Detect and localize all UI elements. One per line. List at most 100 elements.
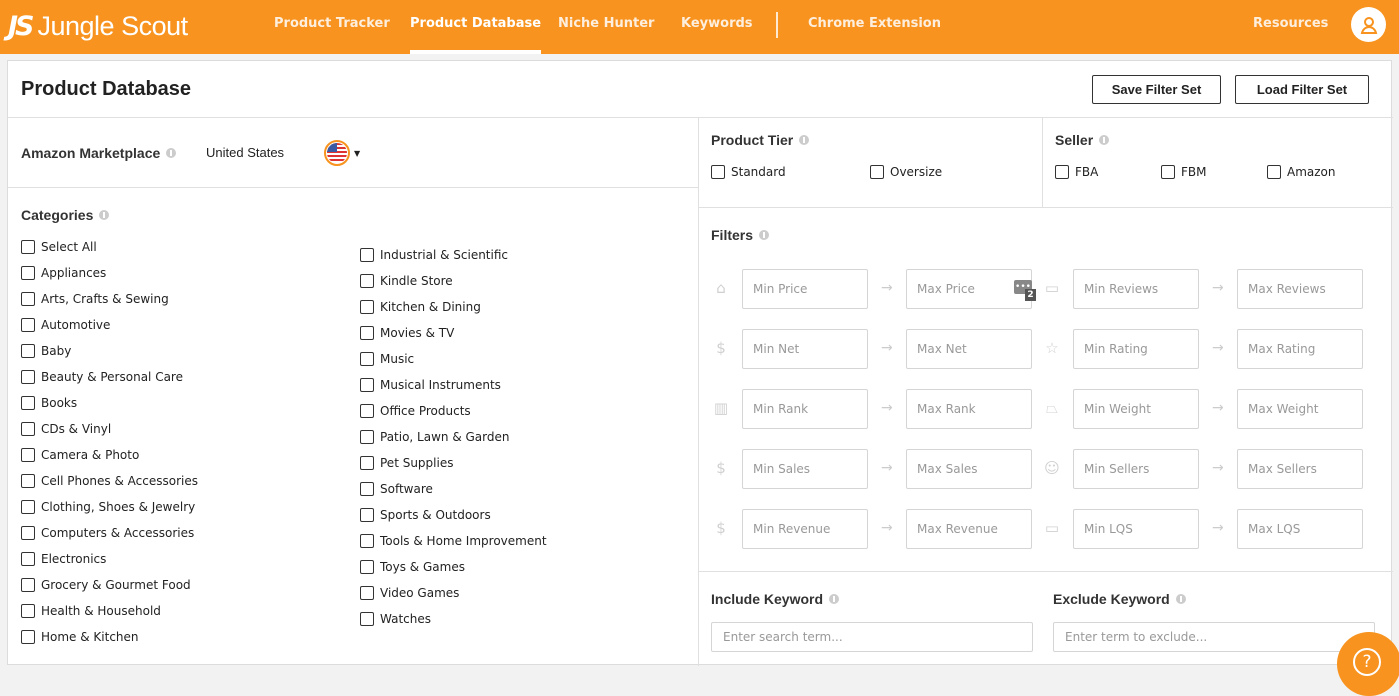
filter-max-input[interactable]: Max Net: [906, 329, 1032, 369]
checkbox-box[interactable]: [21, 396, 35, 410]
info-icon[interactable]: [759, 230, 770, 240]
load-filter-set-button[interactable]: Load Filter Set: [1235, 75, 1369, 104]
checkbox-box[interactable]: [360, 300, 374, 314]
filter-max-input[interactable]: Max Revenue: [906, 509, 1032, 549]
category-checkbox[interactable]: Kindle Store: [360, 274, 453, 288]
filter-max-input[interactable]: Max Weight: [1237, 389, 1363, 429]
checkbox-box[interactable]: [1267, 165, 1281, 179]
filter-min-input[interactable]: Min Revenue: [742, 509, 868, 549]
nav-niche-hunter[interactable]: Niche Hunter: [558, 16, 654, 31]
category-checkbox[interactable]: Health & Household: [21, 604, 161, 618]
filter-max-input[interactable]: Max Rating: [1237, 329, 1363, 369]
category-checkbox[interactable]: Kitchen & Dining: [360, 300, 481, 314]
checkbox-fba[interactable]: FBA: [1055, 165, 1098, 179]
filter-max-input[interactable]: Max Sellers: [1237, 449, 1363, 489]
checkbox-box[interactable]: [360, 560, 374, 574]
category-checkbox[interactable]: Books: [21, 396, 77, 410]
category-checkbox[interactable]: Automotive: [21, 318, 110, 332]
filter-min-input[interactable]: Min LQS: [1073, 509, 1199, 549]
category-checkbox[interactable]: Appliances: [21, 266, 106, 280]
checkbox-box[interactable]: [21, 526, 35, 540]
checkbox-box[interactable]: [360, 534, 374, 548]
checkbox-box[interactable]: [21, 318, 35, 332]
category-checkbox[interactable]: Grocery & Gourmet Food: [21, 578, 191, 592]
checkbox-box[interactable]: [360, 248, 374, 262]
checkbox-box[interactable]: [21, 552, 35, 566]
checkbox-box[interactable]: [1161, 165, 1175, 179]
category-checkbox[interactable]: Industrial & Scientific: [360, 248, 508, 262]
category-checkbox[interactable]: Office Products: [360, 404, 471, 418]
category-checkbox[interactable]: Home & Kitchen: [21, 630, 139, 644]
category-checkbox[interactable]: Computers & Accessories: [21, 526, 194, 540]
nav-keywords[interactable]: Keywords: [681, 16, 753, 31]
checkbox-box[interactable]: [21, 422, 35, 436]
help-button[interactable]: ?: [1337, 632, 1399, 696]
category-checkbox[interactable]: Watches: [360, 612, 431, 626]
include-keyword-input[interactable]: Enter search term...: [711, 622, 1033, 652]
checkbox-box[interactable]: [360, 482, 374, 496]
checkbox-box[interactable]: [21, 240, 35, 254]
filter-min-input[interactable]: Min Price: [742, 269, 868, 309]
info-icon[interactable]: [166, 148, 177, 158]
checkbox-box[interactable]: [21, 604, 35, 618]
nav-product-database[interactable]: Product Database: [410, 16, 542, 54]
category-checkbox[interactable]: Software: [360, 482, 433, 496]
nav-resources[interactable]: Resources: [1253, 16, 1328, 31]
info-icon[interactable]: [1099, 135, 1110, 145]
category-checkbox[interactable]: Select All: [21, 240, 97, 254]
marketplace-select[interactable]: ▼: [324, 140, 360, 166]
category-checkbox[interactable]: Musical Instruments: [360, 378, 501, 392]
filter-min-input[interactable]: Min Rank: [742, 389, 868, 429]
category-checkbox[interactable]: Beauty & Personal Care: [21, 370, 183, 384]
category-checkbox[interactable]: Camera & Photo: [21, 448, 139, 462]
checkbox-box[interactable]: [21, 578, 35, 592]
category-checkbox[interactable]: Electronics: [21, 552, 106, 566]
category-checkbox[interactable]: Movies & TV: [360, 326, 454, 340]
filter-max-input[interactable]: Max Sales: [906, 449, 1032, 489]
filter-min-input[interactable]: Min Net: [742, 329, 868, 369]
filter-min-input[interactable]: Min Weight: [1073, 389, 1199, 429]
checkbox-box[interactable]: [21, 448, 35, 462]
checkbox-box[interactable]: [1055, 165, 1069, 179]
checkbox-box[interactable]: [360, 274, 374, 288]
filter-min-input[interactable]: Min Reviews: [1073, 269, 1199, 309]
category-checkbox[interactable]: Video Games: [360, 586, 459, 600]
category-checkbox[interactable]: Music: [360, 352, 414, 366]
jungle-scout-logo[interactable]: JS Jungle Scout: [8, 9, 188, 43]
category-checkbox[interactable]: Toys & Games: [360, 560, 465, 574]
checkbox-box[interactable]: [360, 612, 374, 626]
filter-max-input[interactable]: Max Rank: [906, 389, 1032, 429]
checkbox-box[interactable]: [360, 586, 374, 600]
exclude-keyword-input[interactable]: Enter term to exclude...: [1053, 622, 1375, 652]
checkbox-box[interactable]: [21, 474, 35, 488]
checkbox-standard[interactable]: Standard: [711, 165, 786, 179]
filter-min-input[interactable]: Min Rating: [1073, 329, 1199, 369]
user-avatar-icon[interactable]: [1351, 7, 1386, 42]
category-checkbox[interactable]: Patio, Lawn & Garden: [360, 430, 510, 444]
info-icon[interactable]: [829, 594, 840, 604]
nav-product-tracker[interactable]: Product Tracker: [274, 16, 390, 31]
checkbox-oversize[interactable]: Oversize: [870, 165, 942, 179]
checkbox-box[interactable]: [360, 508, 374, 522]
category-checkbox[interactable]: Tools & Home Improvement: [360, 534, 547, 548]
filter-max-input[interactable]: Max Reviews: [1237, 269, 1363, 309]
filter-min-input[interactable]: Min Sellers: [1073, 449, 1199, 489]
info-icon[interactable]: [799, 135, 810, 145]
save-filter-set-button[interactable]: Save Filter Set: [1092, 75, 1221, 104]
checkbox-box[interactable]: [360, 378, 374, 392]
checkbox-box[interactable]: [360, 404, 374, 418]
checkbox-box[interactable]: [711, 165, 725, 179]
checkbox-box[interactable]: [21, 292, 35, 306]
category-checkbox[interactable]: Pet Supplies: [360, 456, 453, 470]
category-checkbox[interactable]: Baby: [21, 344, 71, 358]
checkbox-box[interactable]: [21, 500, 35, 514]
nav-chrome-extension[interactable]: Chrome Extension: [808, 16, 941, 31]
checkbox-box[interactable]: [21, 630, 35, 644]
category-checkbox[interactable]: Arts, Crafts & Sewing: [21, 292, 169, 306]
category-checkbox[interactable]: Sports & Outdoors: [360, 508, 491, 522]
info-icon[interactable]: [1175, 594, 1186, 604]
category-checkbox[interactable]: CDs & Vinyl: [21, 422, 111, 436]
checkbox-box[interactable]: [360, 456, 374, 470]
checkbox-box[interactable]: [21, 370, 35, 384]
checkbox-box[interactable]: [360, 326, 374, 340]
